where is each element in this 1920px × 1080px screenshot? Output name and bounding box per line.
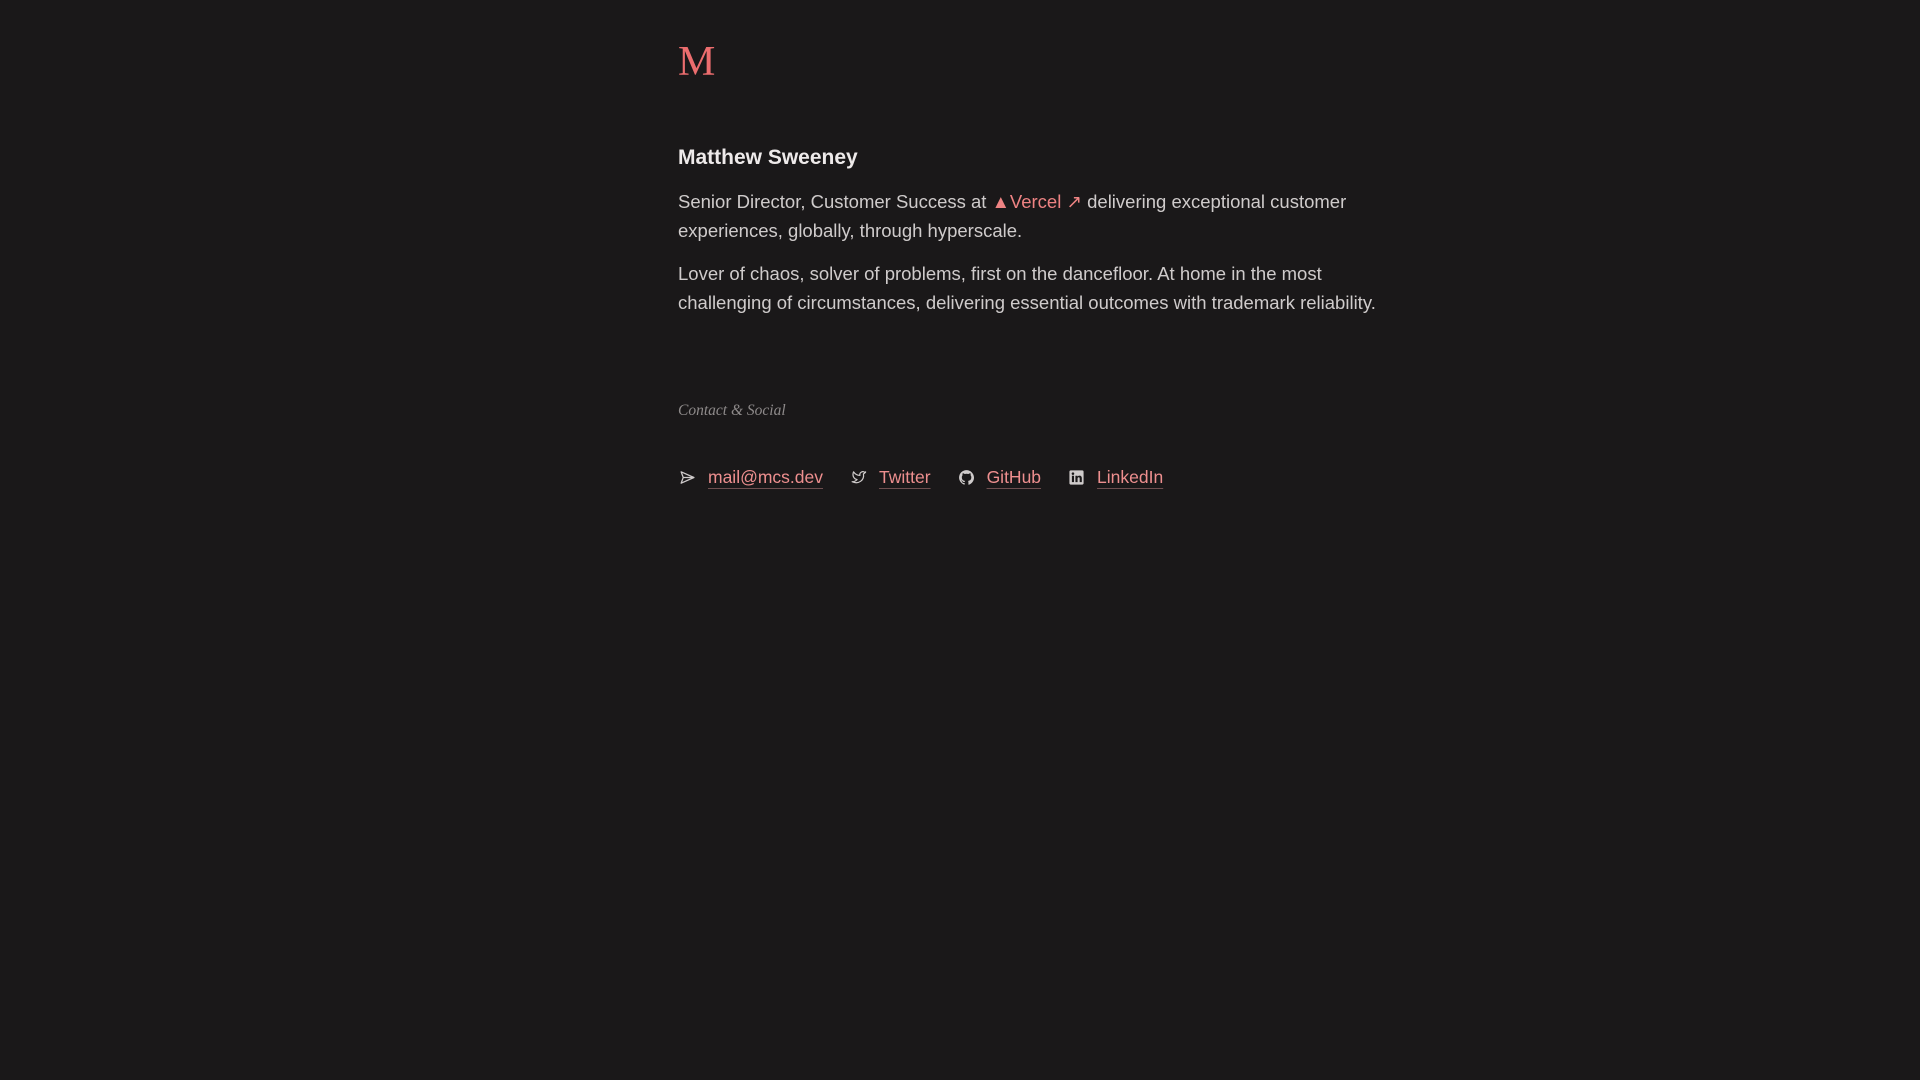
company-link[interactable]: ▲Vercel ↗: [992, 191, 1082, 212]
site-logo[interactable]: M: [678, 36, 1378, 88]
contact-links: mail@mcs.dev Twitter GitHub LinkedIn: [678, 467, 1163, 488]
page-content: M Matthew Sweeney Senior Director, Custo…: [678, 36, 1378, 487]
twitter-icon: [849, 468, 868, 487]
linkedin-icon: [1067, 468, 1086, 487]
contact-item-email: mail@mcs.dev: [678, 467, 823, 488]
vercel-logo-icon: ▲: [991, 191, 1010, 212]
page-title: Matthew Sweeney: [678, 146, 858, 169]
contact-section-label: Contact & Social: [678, 402, 786, 419]
bio-paragraph-role: Senior Director, Customer Success at ▲Ve…: [678, 187, 1378, 245]
contact-item-twitter: Twitter: [849, 467, 931, 488]
bio-role-prefix: Senior Director, Customer Success at: [678, 191, 992, 212]
send-icon: [678, 468, 697, 487]
linkedin-link[interactable]: LinkedIn: [1097, 467, 1163, 488]
twitter-link[interactable]: Twitter: [879, 467, 931, 488]
contact-item-github: GitHub: [957, 467, 1041, 488]
github-link[interactable]: GitHub: [987, 467, 1041, 488]
email-link[interactable]: mail@mcs.dev: [708, 467, 823, 488]
github-icon: [957, 468, 976, 487]
bio-section: Senior Director, Customer Success at ▲Ve…: [678, 187, 1378, 331]
external-link-arrow-icon: ↗: [1066, 191, 1082, 212]
bio-paragraph-personal: Lover of chaos, solver of problems, firs…: [678, 263, 1376, 313]
company-name: Vercel: [1009, 191, 1062, 212]
contact-item-linkedin: LinkedIn: [1067, 467, 1163, 488]
